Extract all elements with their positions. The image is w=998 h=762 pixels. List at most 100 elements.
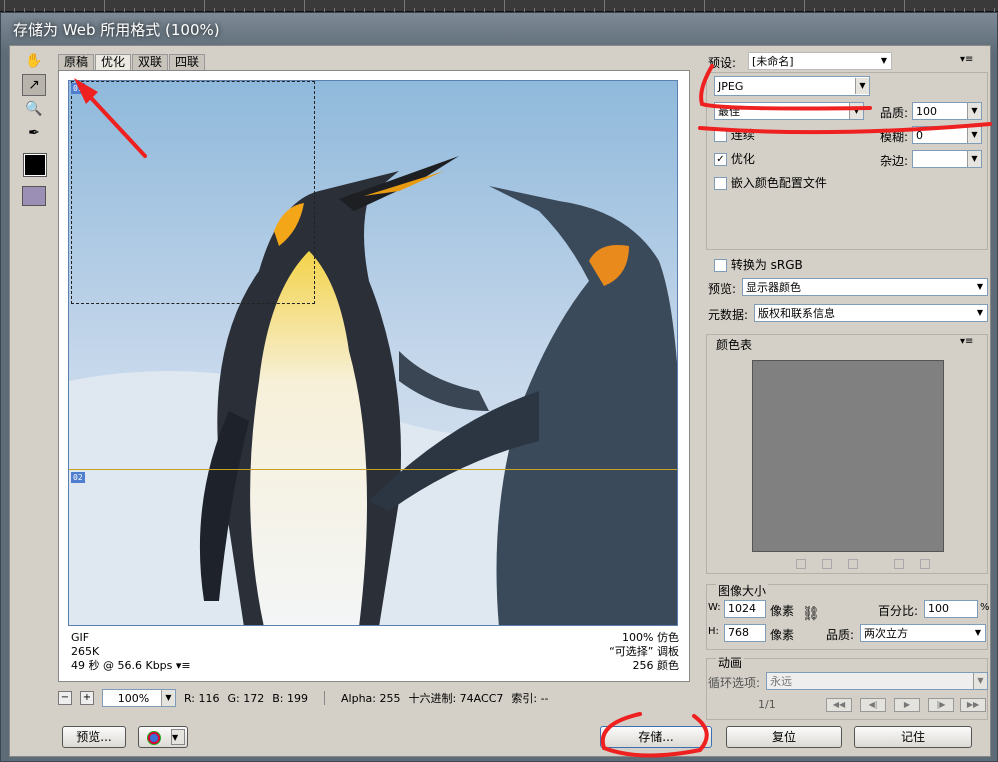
blur-label: 模糊:	[880, 130, 909, 144]
preview-value: 显示器颜色	[746, 281, 801, 294]
metadata-select[interactable]: 版权和联系信息 ▼	[754, 304, 988, 322]
optimized-checkbox[interactable]: ✓ 优化	[714, 150, 755, 167]
convert-srgb-box[interactable]	[714, 259, 727, 272]
ruler-tick	[404, 0, 405, 12]
slice-01-selection[interactable]	[71, 81, 315, 304]
ruler-tick	[204, 0, 205, 12]
remember-button[interactable]: 记住	[854, 726, 972, 748]
save-button[interactable]: 存储...	[600, 726, 712, 748]
zoom-in-button[interactable]: +	[80, 691, 94, 705]
percent-label: 百分比:	[878, 604, 919, 618]
prev-frame-button[interactable]: ◀|	[860, 698, 886, 712]
link-constrain-icon[interactable]: ⛓	[802, 606, 820, 622]
tab-2up[interactable]: 双联	[132, 54, 169, 70]
slice-select-tool-icon[interactable]: ↗	[22, 74, 46, 96]
top-ruler	[0, 0, 998, 12]
eyedropper-tool-icon[interactable]: ✒	[22, 122, 46, 144]
format-select[interactable]: JPEG ▼	[714, 76, 870, 96]
tab-4up[interactable]: 四联	[169, 54, 206, 70]
width-input[interactable]: 1024	[724, 600, 766, 618]
chevron-down-icon: ▼	[161, 690, 175, 706]
metadata-label: 元数据:	[708, 308, 749, 322]
embed-profile-box[interactable]	[714, 177, 727, 190]
dialog-title: 存储为 Web 所用格式 (100%)	[13, 21, 220, 39]
loop-select[interactable]: 永远 ▼	[766, 672, 988, 690]
status-g: G: 172	[227, 691, 265, 705]
info-colors: 256 颜色	[632, 659, 680, 672]
info-size: 265K	[71, 645, 100, 658]
zoom-value: 100%	[117, 691, 150, 705]
zoom-out-button[interactable]: −	[58, 691, 72, 705]
progressive-box[interactable]	[714, 129, 727, 142]
preset-label: 预设:	[708, 56, 737, 70]
ruler-tick	[4, 0, 5, 12]
web-shift-icon[interactable]	[796, 559, 806, 569]
info-menu-icon[interactable]: ▾≡	[176, 659, 191, 672]
chevron-down-icon: ▼	[967, 151, 981, 167]
next-frame-button[interactable]: |▶	[928, 698, 954, 712]
eyedropper-color-swatch[interactable]	[23, 153, 47, 177]
ruler-tick	[604, 0, 605, 12]
play-button[interactable]: ▶	[894, 698, 920, 712]
info-palette: “可选择” 调板	[609, 645, 679, 658]
height-input[interactable]: 768	[724, 624, 766, 642]
chevron-down-icon: ▼	[849, 103, 863, 119]
slice-02-tag[interactable]: 02	[71, 472, 85, 483]
quality-input[interactable]: 100 ▼	[912, 102, 982, 120]
matte-select[interactable]: ▼	[912, 150, 982, 168]
reset-button[interactable]: 复位	[726, 726, 842, 748]
percent-unit: %	[980, 602, 990, 613]
checkmark-icon[interactable]: ✓	[714, 153, 727, 166]
frame-counter: 1/1	[758, 698, 776, 711]
metadata-value: 版权和联系信息	[758, 307, 835, 320]
quality-preset-select[interactable]: 最佳 ▼	[714, 102, 864, 120]
trash-icon[interactable]	[920, 559, 930, 569]
width-unit: 像素	[770, 604, 795, 618]
chevron-down-icon: ▼	[877, 53, 891, 69]
color-table-grid[interactable]	[752, 360, 944, 552]
last-frame-button[interactable]: ▶▶	[960, 698, 986, 712]
dialog-window: 存储为 Web 所用格式 (100%) ✋ ↗ 🔍 ✒ 原稿 优化 双联 四联	[0, 12, 998, 762]
preview-label: 预览:	[708, 282, 737, 296]
lock-icon[interactable]	[848, 559, 858, 569]
progressive-checkbox[interactable]: 连续	[714, 126, 755, 143]
preview-button[interactable]: 预览...	[62, 726, 126, 748]
new-color-icon[interactable]	[894, 559, 904, 569]
quality-label: 品质:	[880, 106, 909, 120]
percent-input[interactable]: 100	[924, 600, 978, 618]
convert-srgb-checkbox[interactable]: 转换为 sRGB	[714, 256, 803, 273]
width-label: W:	[708, 602, 721, 613]
embed-profile-checkbox[interactable]: 嵌入颜色配置文件	[714, 174, 827, 191]
hand-tool-icon[interactable]: ✋	[22, 50, 46, 72]
tab-original[interactable]: 原稿	[58, 54, 95, 70]
progressive-label: 连续	[730, 128, 755, 142]
tab-optimized[interactable]: 优化	[95, 54, 132, 70]
preset-value: [未命名]	[752, 55, 794, 68]
image-preview-panel: 01 02 GIF 265K 49 秒 @ 56.6 Kbps ▾≡ 100% …	[58, 70, 690, 682]
color-table-title: 颜色表	[716, 338, 753, 352]
browser-preview-button[interactable]: ▼	[138, 726, 188, 748]
zoom-select[interactable]: 100% ▼	[102, 689, 176, 707]
chevron-down-icon: ▼	[973, 673, 987, 689]
status-alpha: Alpha: 255	[341, 691, 401, 705]
color-table-menu-icon[interactable]: ▾≡	[960, 336, 973, 347]
zoom-tool-icon[interactable]: 🔍	[22, 98, 46, 120]
blur-input[interactable]: 0 ▼	[912, 126, 982, 144]
convert-srgb-label: 转换为 sRGB	[730, 258, 803, 272]
quality-preset-value: 最佳	[718, 105, 740, 118]
resample-quality-select[interactable]: 两次立方 ▼	[860, 624, 986, 642]
height-unit: 像素	[770, 628, 795, 642]
web-snap-icon[interactable]	[822, 559, 832, 569]
first-frame-button[interactable]: ◀◀	[826, 698, 852, 712]
chevron-down-icon: ▼	[171, 729, 185, 745]
slice-01-tag[interactable]: 01	[71, 83, 85, 94]
penguin-photo[interactable]: 01 02	[68, 80, 678, 626]
toggle-slices-visibility-icon[interactable]	[22, 186, 46, 206]
preset-select[interactable]: [未命名] ▼	[748, 52, 892, 70]
dialog-client: ✋ ↗ 🔍 ✒ 原稿 优化 双联 四联 01 02 GIF 265K 49 秒 …	[9, 45, 991, 757]
status-divider	[324, 691, 325, 705]
panel-menu-icon[interactable]: ▾≡	[960, 54, 973, 65]
preview-select[interactable]: 显示器颜色 ▼	[742, 278, 988, 296]
quality-value: 100	[916, 104, 937, 118]
resample-quality-label: 品质:	[826, 628, 855, 642]
